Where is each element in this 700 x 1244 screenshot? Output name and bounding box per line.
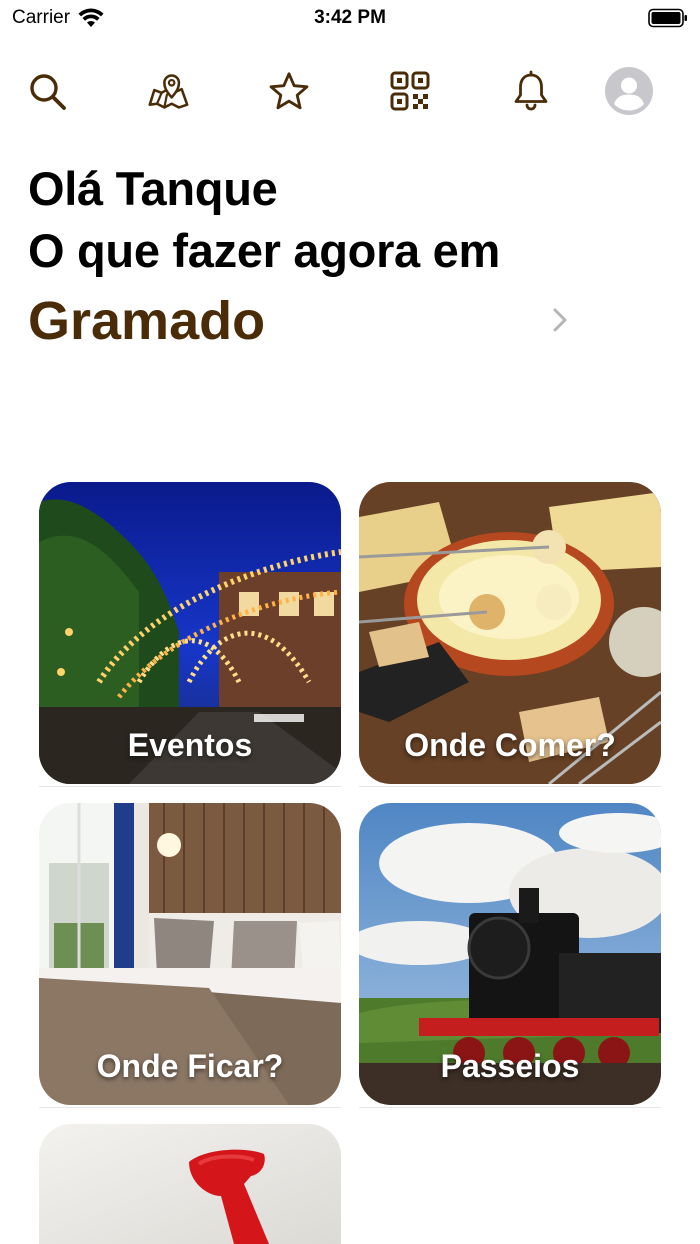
tile-divider <box>39 1107 341 1108</box>
greeting-block: Olá Tanque O que fazer agora em <box>28 158 668 282</box>
category-tile-onde-comer[interactable]: Onde Comer? <box>359 482 661 784</box>
map-pin-photo <box>39 1124 341 1244</box>
category-label-passeios: Passeios <box>440 1048 580 1084</box>
category-label-eventos: Eventos <box>127 727 253 763</box>
star-icon <box>269 72 309 110</box>
top-toolbar <box>0 66 700 116</box>
map-pin-icon <box>148 74 189 109</box>
category-tile-passeios[interactable]: Passeios <box>359 803 661 1105</box>
category-tile-eventos[interactable]: Eventos <box>39 482 341 784</box>
category-label-onde-ficar: Onde Ficar? <box>96 1048 284 1084</box>
bell-icon <box>514 70 548 111</box>
favorites-button[interactable] <box>264 66 314 116</box>
city-selector[interactable]: Gramado <box>28 286 588 356</box>
qr-code-icon <box>390 71 430 111</box>
greeting-subtitle: O que fazer agora em <box>28 224 500 277</box>
avatar-icon <box>605 67 653 115</box>
tile-divider <box>39 786 341 787</box>
category-label-onde-comer: Onde Comer? <box>404 727 616 763</box>
category-tile-onde-ficar[interactable]: Onde Ficar? <box>39 803 341 1105</box>
profile-button[interactable] <box>604 66 654 116</box>
search-button[interactable] <box>22 66 72 116</box>
battery-icon <box>648 8 687 28</box>
map-button[interactable] <box>143 66 193 116</box>
tile-divider <box>359 1107 661 1108</box>
tile-divider <box>359 786 661 787</box>
qr-scan-button[interactable] <box>385 66 435 116</box>
clock: 3:42 PM <box>314 7 386 28</box>
chevron-right-icon <box>553 308 567 332</box>
category-tile-map[interactable] <box>39 1124 341 1244</box>
greeting-title: Olá Tanque <box>28 162 278 215</box>
status-bar: Carrier 3:42 PM <box>0 0 700 36</box>
search-icon <box>30 74 66 110</box>
city-name: Gramado <box>28 291 266 351</box>
notifications-button[interactable] <box>506 66 556 116</box>
